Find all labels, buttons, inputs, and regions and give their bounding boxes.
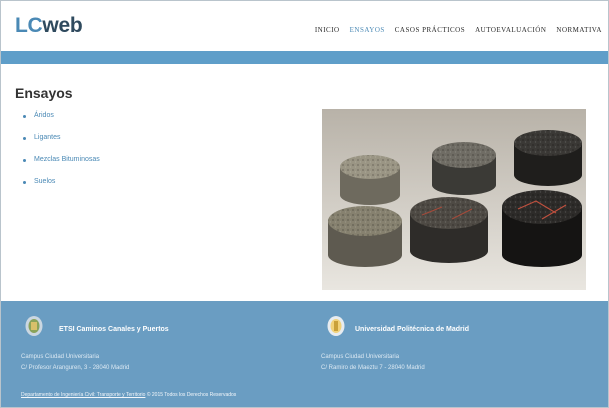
header-accent-bar xyxy=(1,51,608,64)
specimen xyxy=(432,142,496,195)
upm-crest-icon xyxy=(327,316,345,336)
etsi-address-line1: Campus Ciudad Universitaria xyxy=(21,354,100,360)
bullet-icon xyxy=(23,159,26,162)
nav-normativa[interactable]: NORMATIVA xyxy=(556,26,602,34)
list-item-mezclas[interactable]: Mezclas Bituminosas xyxy=(23,153,100,175)
page-title: Ensayos xyxy=(15,85,73,101)
list-item-label: Mezclas Bituminosas xyxy=(34,156,100,163)
department-link[interactable]: Departamento de Ingeniería Civil: Transp… xyxy=(21,392,145,398)
list-item-label: Ligantes xyxy=(34,134,61,141)
copyright-text: © 2015 Todos los Derechos Reservados xyxy=(146,392,237,398)
upm-address-line2: C/ Ramiro de Maeztu 7 - 28040 Madrid xyxy=(321,365,425,371)
main-nav: INICIO ENSAYOS CASOS PRÁCTICOS AUTOEVALU… xyxy=(315,26,602,34)
specimen xyxy=(340,155,400,205)
list-item-ligantes[interactable]: Ligantes xyxy=(23,131,100,153)
upm-address-line1: Campus Ciudad Universitaria xyxy=(321,354,400,360)
logo-lc: LC xyxy=(15,14,43,37)
list-item-suelos[interactable]: Suelos xyxy=(23,175,100,197)
specimen xyxy=(514,130,582,186)
list-item-aridos[interactable]: Áridos xyxy=(23,109,100,131)
nav-casos-practicos[interactable]: CASOS PRÁCTICOS xyxy=(395,26,465,34)
specimen xyxy=(410,197,488,263)
site-header: LCweb INICIO ENSAYOS CASOS PRÁCTICOS AUT… xyxy=(1,1,608,51)
nav-inicio[interactable]: INICIO xyxy=(315,26,340,34)
etsi-address-line2: C/ Profesor Aranguren, 3 - 28040 Madrid xyxy=(21,365,130,371)
footer-copyright: Departamento de Ingeniería Civil: Transp… xyxy=(21,392,236,398)
nav-ensayos[interactable]: ENSAYOS xyxy=(350,26,385,34)
nav-autoevaluacion[interactable]: AUTOEVALUACIÓN xyxy=(475,26,546,34)
specimen xyxy=(502,190,582,267)
etsi-name: ETSI Caminos Canales y Puertos xyxy=(59,326,169,333)
bullet-icon xyxy=(23,137,26,140)
list-item-label: Áridos xyxy=(34,112,54,119)
specimen xyxy=(328,206,402,267)
site-logo[interactable]: LCweb xyxy=(15,14,83,38)
logo-web: web xyxy=(42,14,83,37)
bullet-icon xyxy=(23,181,26,184)
etsi-crest-icon xyxy=(25,316,43,336)
bullet-icon xyxy=(23,115,26,118)
ensayos-list: Áridos Ligantes Mezclas Bituminosas Suel… xyxy=(23,109,100,197)
upm-name: Universidad Politécnica de Madrid xyxy=(355,326,469,333)
specimens-photo xyxy=(322,109,586,290)
page-frame: LCweb INICIO ENSAYOS CASOS PRÁCTICOS AUT… xyxy=(0,0,609,408)
list-item-label: Suelos xyxy=(34,178,56,185)
